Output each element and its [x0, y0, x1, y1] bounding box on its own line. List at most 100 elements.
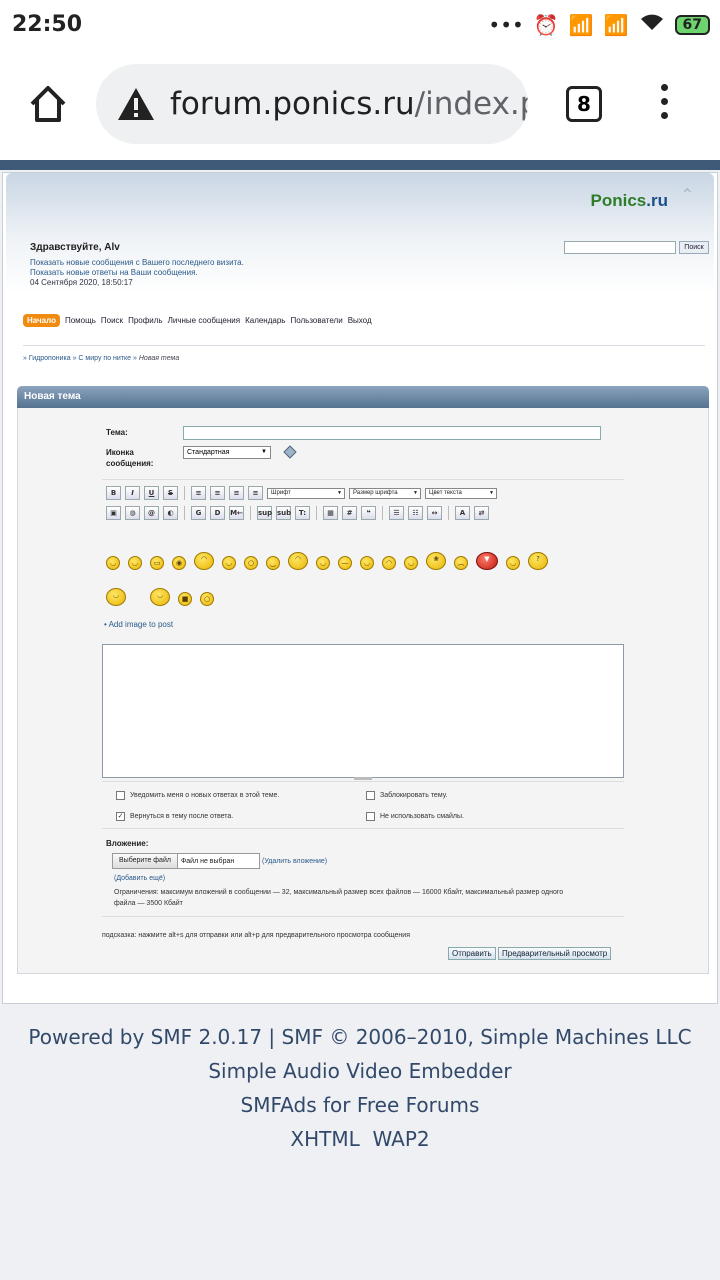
- horizontal-rule-icon[interactable]: ↔: [427, 506, 442, 520]
- status-icons: ••• ⏰ 📶 📶 67: [488, 12, 710, 37]
- nav-members[interactable]: Пользователи: [290, 316, 342, 325]
- underline-button[interactable]: U: [144, 486, 159, 500]
- align-center-icon[interactable]: ≡: [210, 486, 225, 500]
- superscript-button[interactable]: sup: [257, 506, 272, 520]
- help-smiley-icon[interactable]: ?: [528, 552, 548, 570]
- message-textarea[interactable]: [102, 644, 624, 778]
- align-right-icon[interactable]: ≡: [229, 486, 244, 500]
- smiley-row-2: ◡ ◡ ■ ○: [106, 588, 214, 606]
- overflow-menu-icon[interactable]: [656, 84, 672, 124]
- strike-button[interactable]: S: [163, 486, 178, 500]
- font-size-select[interactable]: Размер шрифта: [349, 487, 421, 499]
- smiley-icon[interactable]: ○: [200, 592, 214, 606]
- breadcrumb-section[interactable]: С миру по нитке: [78, 355, 131, 362]
- devil-smiley-icon[interactable]: ▼: [476, 552, 498, 570]
- xhtml-link[interactable]: XHTML: [290, 1127, 359, 1151]
- smiley-icon[interactable]: ◡: [128, 556, 142, 570]
- cool-smiley-icon[interactable]: ■: [178, 592, 192, 606]
- font-select[interactable]: Шрифт: [267, 487, 345, 499]
- bullet-list-icon[interactable]: ☰: [389, 506, 404, 520]
- new-posts-link[interactable]: Показать новые сообщения с Вашего послед…: [30, 258, 244, 268]
- smiley-icon[interactable]: ◡: [150, 588, 170, 606]
- resize-handle[interactable]: [354, 777, 372, 780]
- smiley-icon[interactable]: ◠: [194, 552, 214, 570]
- preview-button[interactable]: Предварительный просмотр: [498, 947, 612, 960]
- tabs-count-button[interactable]: 8: [566, 86, 602, 122]
- smfads-link[interactable]: SMFAds for Free Forums: [0, 1088, 720, 1122]
- lock-option[interactable]: Заблокировать тему.: [366, 791, 447, 800]
- nosmiley-option[interactable]: Не использовать смайлы.: [366, 812, 464, 821]
- code-button[interactable]: #: [342, 506, 357, 520]
- subscript-button[interactable]: sub: [276, 506, 291, 520]
- collapse-icon[interactable]: ⌃: [681, 185, 694, 205]
- powered-by-link[interactable]: Powered by SMF 2.0.17 | SMF © 2006–2010,…: [0, 1020, 720, 1054]
- smiley-icon[interactable]: ◡: [360, 556, 374, 570]
- smiley-icon[interactable]: ‿: [266, 556, 280, 570]
- italic-button[interactable]: I: [125, 486, 140, 500]
- shadow-button[interactable]: D: [210, 506, 225, 520]
- quote-icon[interactable]: ❝: [361, 506, 376, 520]
- send-button[interactable]: Отправить: [448, 947, 496, 960]
- user-info: Здравствуйте, Alv Показать новые сообщен…: [30, 243, 244, 288]
- address-bar[interactable]: forum.ponics.ru/index.p: [96, 64, 528, 144]
- smiley-icon[interactable]: ▭: [150, 556, 164, 570]
- forum-logo[interactable]: Ponics.ru: [591, 191, 668, 211]
- smiley-icon[interactable]: ◡: [316, 556, 330, 570]
- nav-profile[interactable]: Профиль: [128, 316, 163, 325]
- embedder-link[interactable]: Simple Audio Video Embedder: [0, 1054, 720, 1088]
- remove-format-icon[interactable]: A: [455, 506, 470, 520]
- teletype-button[interactable]: T:: [295, 506, 310, 520]
- greeting: Здравствуйте, Alv: [30, 242, 120, 253]
- notify-option[interactable]: Уведомить меня о новых ответах в этой те…: [116, 791, 279, 800]
- align-justify-icon[interactable]: ≡: [248, 486, 263, 500]
- nav-search[interactable]: Поиск: [101, 316, 123, 325]
- return-checkbox[interactable]: ✓: [116, 812, 125, 821]
- smiley-icon[interactable]: ◠: [382, 556, 396, 570]
- add-more-link[interactable]: (Добавить ещё): [114, 873, 165, 884]
- notify-checkbox[interactable]: [116, 791, 125, 800]
- file-input[interactable]: Выберите файл Файл не выбран: [112, 853, 260, 869]
- table-icon[interactable]: ▦: [323, 506, 338, 520]
- smiley-icon[interactable]: ◉: [172, 556, 186, 570]
- nav-messages[interactable]: Личные сообщения: [168, 316, 240, 325]
- forum-search-button[interactable]: Поиск: [679, 241, 709, 254]
- align-left-icon[interactable]: ≡: [191, 486, 206, 500]
- subject-input[interactable]: [183, 426, 601, 440]
- add-image-link[interactable]: • Add image to post: [104, 620, 173, 629]
- return-option[interactable]: ✓ Вернуться в тему после ответа.: [116, 812, 233, 821]
- choose-file-button[interactable]: Выберите файл: [113, 854, 178, 868]
- glow-button[interactable]: G: [191, 506, 206, 520]
- ftp-icon[interactable]: ◐: [163, 506, 178, 520]
- smiley-icon[interactable]: ︵: [454, 556, 468, 570]
- smiley-icon[interactable]: ◠: [288, 552, 308, 570]
- remove-attachment-link[interactable]: (Удалить вложение): [262, 856, 327, 867]
- nav-help[interactable]: Помощь: [65, 316, 96, 325]
- link-globe-icon[interactable]: ◍: [125, 506, 140, 520]
- nav-home[interactable]: Начало: [23, 314, 60, 327]
- home-button[interactable]: [26, 82, 70, 126]
- nosmiley-checkbox[interactable]: [366, 812, 375, 821]
- smiley-icon[interactable]: ◡: [106, 556, 120, 570]
- smiley-icon[interactable]: —: [338, 556, 352, 570]
- smiley-icon[interactable]: ◡: [506, 556, 520, 570]
- message-icon-select[interactable]: Стандартная: [183, 446, 271, 459]
- smiley-icon[interactable]: ◡: [106, 588, 126, 606]
- smiley-icon[interactable]: ❀: [426, 552, 446, 570]
- bold-button[interactable]: B: [106, 486, 121, 500]
- lock-checkbox[interactable]: [366, 791, 375, 800]
- breadcrumb-hydroponics[interactable]: Гидропоника: [29, 355, 71, 362]
- numbered-list-icon[interactable]: ☷: [408, 506, 423, 520]
- email-icon[interactable]: @: [144, 506, 159, 520]
- marquee-button[interactable]: M←: [229, 506, 244, 520]
- nav-logout[interactable]: Выход: [348, 316, 372, 325]
- new-replies-link[interactable]: Показать новые ответы на Ваши сообщения.: [30, 268, 244, 278]
- image-icon[interactable]: ▣: [106, 506, 121, 520]
- smiley-icon[interactable]: ○: [244, 556, 258, 570]
- forum-search-input[interactable]: [564, 241, 676, 254]
- toggle-view-icon[interactable]: ⇄: [474, 506, 489, 520]
- smiley-icon[interactable]: ◡: [404, 556, 418, 570]
- nav-calendar[interactable]: Календарь: [245, 316, 285, 325]
- text-color-select[interactable]: Цвет текста: [425, 487, 497, 499]
- smiley-icon[interactable]: ◡: [222, 556, 236, 570]
- wap2-link[interactable]: WAP2: [372, 1127, 429, 1151]
